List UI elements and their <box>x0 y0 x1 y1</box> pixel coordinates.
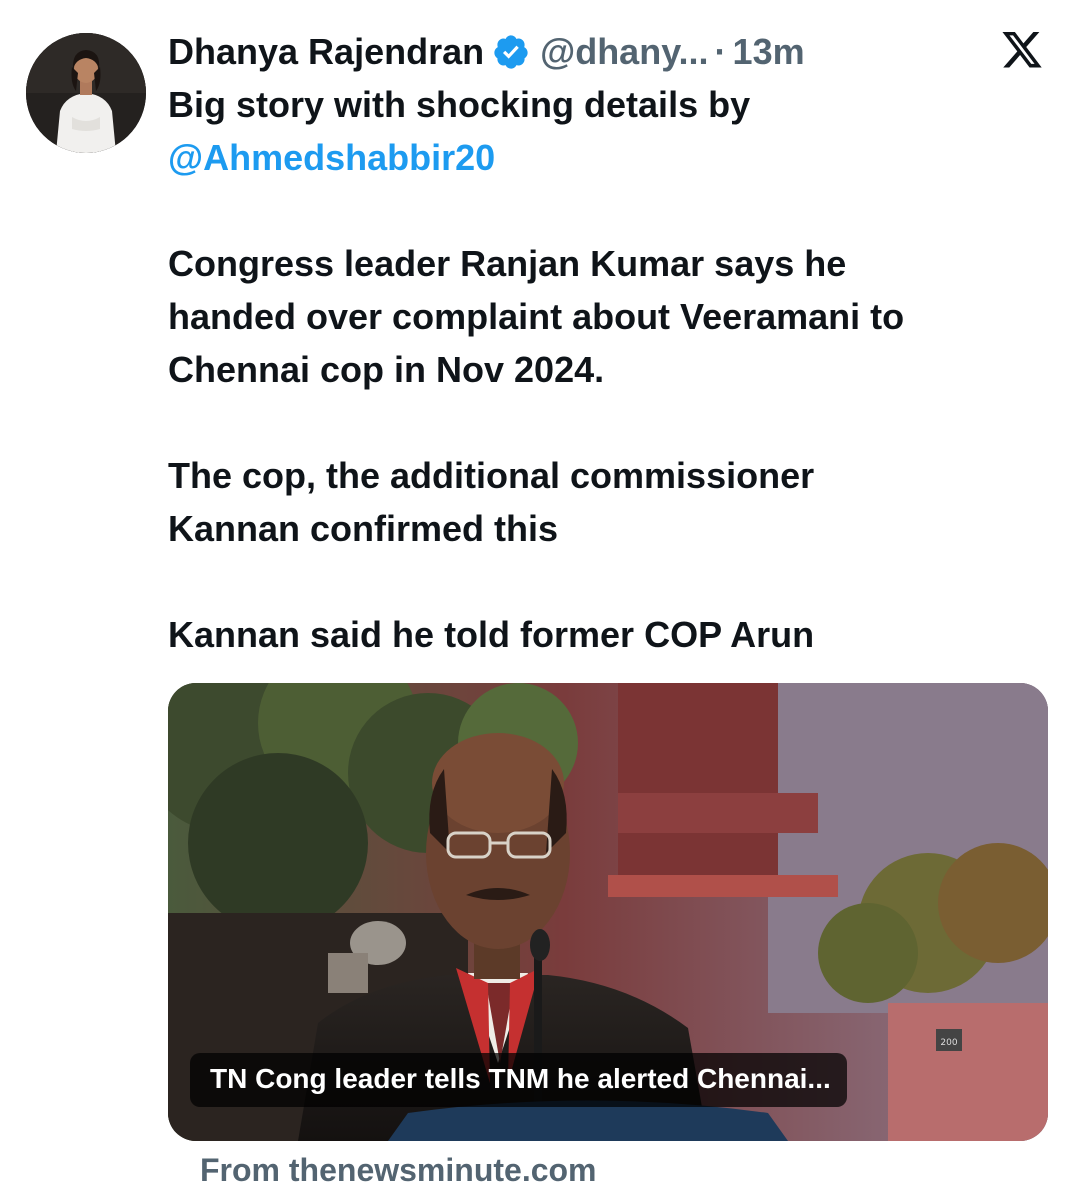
author-name[interactable]: Dhanya Rajendran <box>168 31 484 73</box>
link-card-title[interactable]: TN Cong leader tells TNM he alerted Chen… <box>190 1053 847 1107</box>
verified-badge-icon <box>492 33 530 71</box>
author-handle[interactable]: @dhany... <box>540 31 708 73</box>
podium-label: 200 <box>940 1038 957 1048</box>
link-card-source[interactable]: From thenewsminute.com <box>200 1152 597 1189</box>
tweet-line: Kannan confirmed this <box>168 508 559 549</box>
profile-photo <box>26 33 146 153</box>
tweet-line: Congress leader Ranjan Kumar says he <box>168 243 847 284</box>
tweet-line: handed over complaint about Veeramani to <box>168 296 905 337</box>
link-card[interactable]: 200 TN Cong leader tells TNM he alerted … <box>168 683 1048 1141</box>
avatar[interactable] <box>26 33 146 153</box>
mention-link[interactable]: @Ahmedshabbir20 <box>168 137 495 178</box>
timestamp[interactable]: 13m <box>733 31 805 73</box>
tweet-header: Dhanya Rajendran @dhany... · 13m <box>168 26 805 78</box>
separator-dot: · <box>714 31 727 72</box>
tweet-line: The cop, the additional commissioner <box>168 455 815 496</box>
tweet-line: Big story with shocking details by <box>168 84 751 125</box>
tweet-line: Chennai cop in Nov 2024. <box>168 349 605 390</box>
x-logo-icon[interactable] <box>1000 32 1044 72</box>
tweet-line: Kannan said he told former COP Arun <box>168 614 815 655</box>
tweet-text: Big story with shocking details by @Ahme… <box>168 78 1048 661</box>
